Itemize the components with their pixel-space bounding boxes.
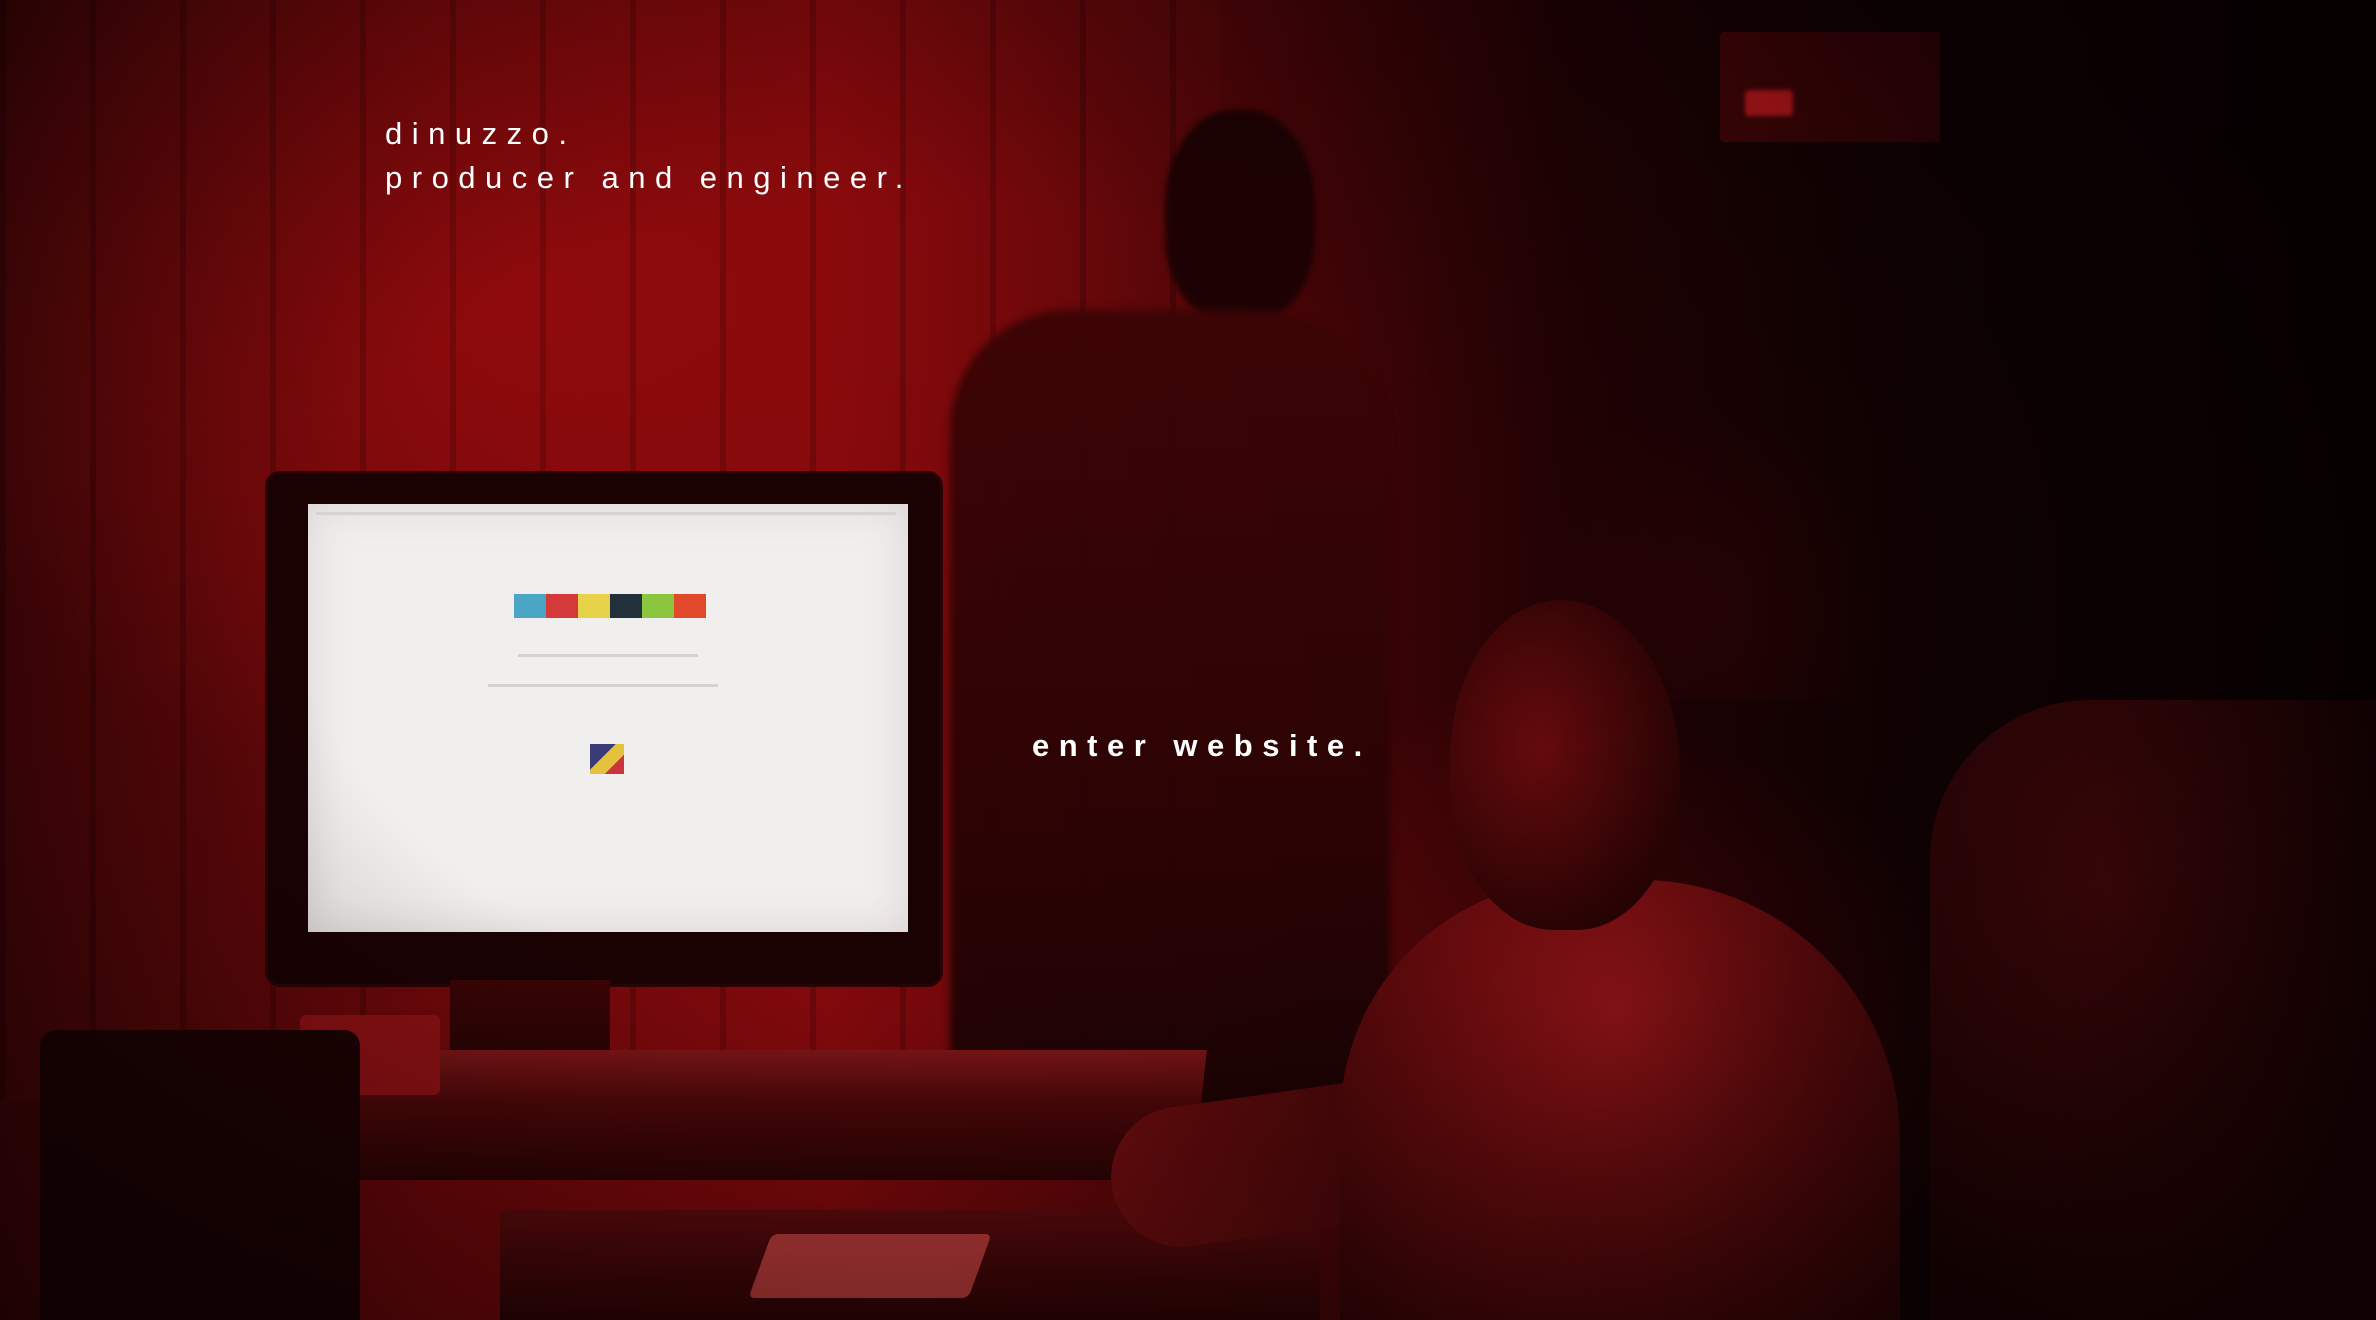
landing-page: dinuzzo. producer and engineer. enter we… [0, 0, 2376, 1320]
studio-photo-background [0, 0, 2376, 1320]
brand-name: dinuzzo. [385, 116, 577, 151]
brand-block: dinuzzo. producer and engineer. [385, 112, 913, 200]
brand-tagline: producer and engineer. [385, 160, 913, 195]
enter-website-link[interactable]: enter website. [1032, 728, 1372, 764]
photo-vignette [0, 0, 2376, 1320]
